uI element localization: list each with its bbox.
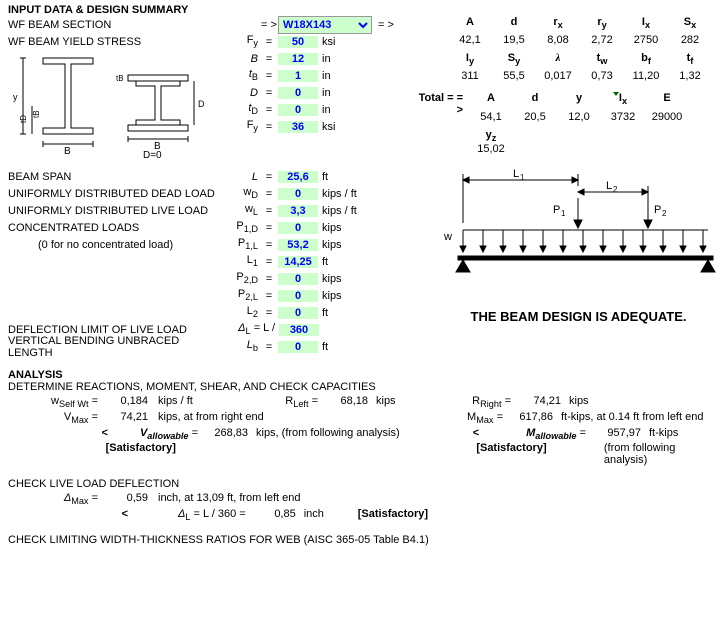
- unit-B: in: [318, 53, 367, 65]
- label-conc: CONCENTRATED LOADS: [8, 222, 223, 234]
- svg-text:2: 2: [662, 209, 667, 218]
- svg-text:P: P: [553, 204, 560, 216]
- section-header: INPUT DATA & DESIGN SUMMARY: [8, 4, 719, 16]
- analysis-sub: DETERMINE REACTIONS, MOMENT, SHEAR, AND …: [8, 381, 719, 393]
- val-B[interactable]: 12: [278, 53, 318, 65]
- val-l1[interactable]: 14,25: [278, 256, 318, 268]
- sym-fy: Fy: [223, 34, 260, 48]
- sat-2: [Satisfactory]: [476, 442, 574, 466]
- total-label: Total = = >: [418, 92, 469, 154]
- svg-text:2: 2: [613, 185, 618, 194]
- label-span: BEAM SPAN: [8, 171, 223, 183]
- sym-tB: tB: [223, 68, 260, 82]
- svg-text:tB: tB: [116, 74, 124, 83]
- val-L[interactable]: 25,6: [278, 171, 318, 183]
- val-p1l[interactable]: 53,2: [278, 239, 318, 251]
- total-table: A d y Ix E 54,1 20,5 12,0 3732 29000 yz: [469, 92, 689, 154]
- svg-text:tD: tD: [19, 115, 28, 123]
- sym-tD: tD: [223, 102, 260, 116]
- sym-D: D: [223, 87, 260, 99]
- sym-wself: wSelf Wt =: [8, 395, 98, 409]
- val-l2[interactable]: 0: [278, 307, 318, 319]
- val-Fy2[interactable]: 36: [278, 121, 318, 133]
- val-tB[interactable]: 1: [278, 70, 318, 82]
- val-p2l[interactable]: 0: [278, 290, 318, 302]
- beam-section-select[interactable]: W18X143: [278, 16, 372, 34]
- sat-1: [Satisfactory]: [106, 442, 223, 466]
- svg-text:1: 1: [561, 209, 566, 218]
- val-defl[interactable]: 360: [279, 324, 319, 336]
- val-mallow: 957,97: [586, 427, 641, 441]
- sym-L: L: [223, 171, 260, 183]
- val-fy[interactable]: 50: [278, 36, 318, 48]
- check-defl-header: CHECK LIVE LOAD DEFLECTION: [8, 478, 719, 490]
- svg-text:L: L: [513, 168, 519, 180]
- arrow2: = >: [372, 19, 400, 31]
- svg-text:1: 1: [520, 173, 525, 182]
- svg-text:P: P: [654, 204, 661, 216]
- label-unbraced: VERTICAL BENDING UNBRACED LENGTH: [8, 335, 223, 359]
- val-lb[interactable]: 0: [278, 341, 318, 353]
- val-vallow: 268,83: [198, 427, 248, 441]
- val-mmax: 617,86: [503, 411, 553, 425]
- adequate-msg: THE BEAM DESIGN IS ADEQUATE.: [438, 309, 719, 324]
- val-rright: 74,21: [511, 395, 561, 409]
- label-dead: UNIFORMLY DISTRIBUTED DEAD LOAD: [8, 188, 223, 200]
- val-rleft: 68,18: [318, 395, 368, 409]
- label-yield: WF BEAM YIELD STRESS: [8, 36, 223, 48]
- sat-3: [Satisfactory]: [344, 508, 428, 522]
- svg-text:tB: tB: [32, 110, 41, 118]
- beam-load-diagram: L 1 L 2 P 1 P 2 w: [438, 168, 718, 288]
- val-dmax: 0,59: [98, 492, 148, 506]
- svg-text:B: B: [64, 146, 71, 157]
- val-p1d[interactable]: 0: [278, 222, 318, 234]
- svg-text:w: w: [443, 231, 452, 243]
- val-wd[interactable]: 0: [278, 188, 318, 200]
- val-wself: 0,184: [98, 395, 148, 409]
- arrow1: = >: [260, 19, 278, 31]
- val-wl[interactable]: 3,3: [278, 205, 318, 217]
- check-width-header: CHECK LIMITING WIDTH-THICKNESS RATIOS FO…: [8, 534, 719, 546]
- val-p2d[interactable]: 0: [278, 273, 318, 285]
- svg-text:D=0: D=0: [143, 150, 162, 160]
- sym-Fy2: Fy: [223, 119, 260, 133]
- svg-text:L: L: [606, 180, 612, 192]
- beam-cross-section-diagram: y tD tB B: [8, 50, 223, 160]
- svg-text:y: y: [13, 92, 18, 102]
- sym-B: B: [223, 53, 260, 65]
- val-tD[interactable]: 0: [278, 104, 318, 116]
- unit-fy: ksi: [318, 36, 367, 48]
- val-vmax: 74,21: [98, 411, 148, 425]
- label-beam-section: WF BEAM SECTION: [8, 19, 223, 31]
- props-table-1: A d rx ry Ix Sx 42,1 19,5 8,08 2,72 2750…: [448, 16, 712, 82]
- val-D[interactable]: 0: [278, 87, 318, 99]
- analysis-header: ANALYSIS: [8, 369, 719, 381]
- label-live: UNIFORMLY DISTRIBUTED LIVE LOAD: [8, 205, 223, 217]
- svg-text:D: D: [198, 99, 205, 109]
- conc-note: (0 for no concentrated load): [38, 239, 223, 251]
- val-dL: 0,85: [246, 508, 296, 522]
